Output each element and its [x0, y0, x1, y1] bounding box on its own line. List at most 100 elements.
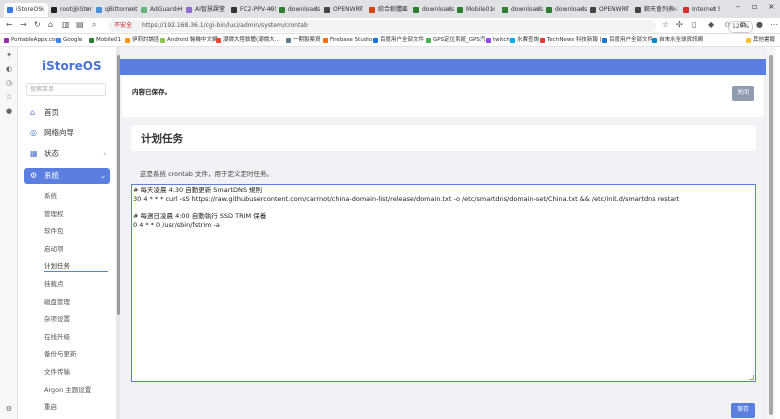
app-icon[interactable]: ● [5, 107, 13, 115]
favorites-side-icon[interactable]: ☆ [5, 93, 13, 101]
browser-tab[interactable]: OPENWRT × [587, 3, 632, 17]
browser-tab[interactable]: downloads × [543, 3, 587, 17]
bookmark-item[interactable]: twitch [486, 36, 510, 45]
resize-handle[interactable] [749, 375, 754, 380]
bookmark-item[interactable]: TechNews 科技新報 |... [540, 36, 607, 45]
browser-tab[interactable]: iStoreOS × [4, 3, 48, 17]
sidebar-menu-item[interactable]: ⌂ 首页 [24, 105, 110, 121]
bookmark-item[interactable]: 自來水全球資訊網 [652, 36, 703, 45]
crontab-editor[interactable]: # 每天凌晨 4:30 自動更新 SmartDNS 規則 30 4 * * * c… [131, 184, 756, 382]
extension-icon[interactable]: ▤ [76, 20, 84, 29]
tab-close-icon[interactable]: × [624, 3, 629, 17]
submenu-item[interactable]: 杂项设置 [44, 313, 70, 325]
browser-tab[interactable]: AI智慧課堂 × [183, 3, 228, 17]
tab-close-icon[interactable]: × [402, 3, 407, 17]
tab-close-icon[interactable]: × [268, 3, 273, 17]
submenu-item[interactable]: 管理权 [44, 208, 64, 220]
bookmark-item[interactable]: 其他書籤 [746, 36, 775, 45]
tab-close-icon[interactable]: × [85, 3, 90, 17]
browser-tab[interactable]: 聊天會列表 - L × [632, 3, 680, 17]
settings-side-icon[interactable]: ⚙ [5, 405, 13, 413]
submenu-item[interactable]: 系统 [44, 190, 57, 202]
favorites-icon[interactable]: ✩ [724, 20, 731, 29]
close-window-icon[interactable]: × [768, 2, 775, 11]
bookmark-item[interactable]: 一期製案資 [286, 36, 321, 45]
bookmark-favicon [160, 38, 165, 43]
tab-actions-icon[interactable]: ◐ [5, 65, 13, 73]
minimize-icon[interactable]: – [736, 2, 740, 11]
browser-tab[interactable]: Internet S × [680, 3, 720, 17]
more-menu-icon[interactable]: ⋯ [770, 20, 778, 29]
reload-icon[interactable]: ↻ [34, 20, 41, 29]
browser-tab[interactable]: downloads × [276, 3, 321, 17]
tab-close-icon[interactable]: × [175, 3, 180, 17]
tab-close-icon[interactable]: × [672, 3, 677, 17]
browser-tab[interactable]: OPENWRT × [321, 3, 366, 17]
forward-icon[interactable]: → [20, 20, 27, 29]
tab-close-icon[interactable]: × [40, 3, 45, 17]
home-nav-icon[interactable]: ⌂ [48, 20, 53, 29]
submenu-item[interactable]: 备份与更新 [44, 348, 77, 360]
submenu-item[interactable]: 计划任务 [44, 260, 108, 273]
tab-close-icon[interactable]: × [220, 3, 225, 17]
browser-tab[interactable]: FC2-PPV-4959× [228, 3, 276, 17]
bookmark-item[interactable]: PortableApps.com [4, 36, 61, 45]
bookmark-item[interactable]: 伊莉討論區 [125, 36, 160, 45]
menu-search-input[interactable]: 搜索菜单 [26, 83, 106, 96]
sidebar-menu-item[interactable]: ⚙ 系统 ⌄ [24, 168, 110, 184]
browser-tab[interactable]: 綜合軟體區 × [366, 3, 410, 17]
submenu-item[interactable]: Argon 主题设置 [44, 384, 91, 396]
adblock-icon[interactable]: ◆ [708, 20, 714, 29]
copilot-icon[interactable]: ✦ [5, 51, 13, 59]
submenu-item[interactable]: 磁盘管理 [44, 296, 70, 308]
tab-close-icon[interactable]: × [358, 3, 363, 17]
tab-close-icon[interactable]: × [313, 3, 318, 17]
save-button[interactable]: 保存 [731, 403, 755, 418]
collections-icon[interactable]: ⧉ [740, 20, 746, 30]
sidebar-menu-item[interactable]: ◎ 网络向导 [24, 125, 110, 141]
bookmark-item[interactable]: Google [56, 36, 82, 45]
tab-close-icon[interactable]: × [491, 3, 496, 17]
submenu-item[interactable]: 在线升级 [44, 331, 70, 343]
bookmark-item[interactable]: GPS定位系統_GPS汽... [426, 36, 491, 45]
maximize-icon[interactable]: ▫ [752, 2, 757, 11]
submenu-item[interactable]: 启动项 [44, 243, 64, 255]
bookmark-item[interactable]: 水費查詢 [510, 36, 539, 45]
close-alert-button[interactable]: 关闭 [732, 86, 754, 101]
extensions-icon[interactable]: ✣ [676, 20, 683, 29]
sidebar-toggle-icon[interactable]: ▯ [692, 20, 696, 29]
bookmark-item[interactable]: Mobile01 [89, 36, 121, 45]
submenu-item[interactable]: 重启 [44, 401, 57, 413]
browser-tab[interactable]: downloads × [410, 3, 454, 17]
bookmark-item[interactable]: 百度用户全部文件 [373, 36, 424, 45]
submenu-item[interactable]: 文件传输 [44, 366, 70, 378]
browser-tab[interactable]: AdGuard H × [138, 3, 183, 17]
browser-search-icon[interactable]: ⌕ [92, 20, 96, 30]
tab-close-icon[interactable]: × [130, 3, 135, 17]
url-text[interactable]: https://192.168.36.1/cgi-bin/luci/admin/… [142, 20, 308, 32]
sidebar-menu-item[interactable]: ▦ 状态 › [24, 146, 110, 162]
tab-close-icon[interactable]: × [712, 3, 717, 17]
bookmark-item[interactable]: Firebase Studio [323, 36, 372, 45]
browser-tab[interactable]: Mobile01 × [454, 3, 499, 17]
bookmark-star-icon[interactable]: ☆ [662, 20, 669, 29]
browser-tab[interactable]: root@iStor × [48, 3, 93, 17]
tab-close-icon[interactable]: × [446, 3, 451, 17]
history-icon[interactable]: ◷ [5, 79, 13, 87]
tab-close-icon[interactable]: × [535, 3, 540, 17]
address-bar[interactable]: 不安全 https://192.168.36.1/cgi-bin/luci/ad… [108, 20, 754, 33]
bookmark-item[interactable]: 潮價大陸軟體(潮價大... [216, 36, 280, 45]
security-warning[interactable]: 不安全 [114, 20, 132, 32]
bookmark-item[interactable]: 百度用户全部文件 [602, 36, 653, 45]
browser-tab[interactable]: qBittorrent × [93, 3, 138, 17]
sidebar-scrollbar[interactable] [116, 47, 120, 419]
tab-close-icon[interactable]: × [579, 3, 584, 17]
back-icon[interactable]: ← [6, 20, 13, 29]
browser-tab[interactable]: downloads × [499, 3, 543, 17]
profile-icon[interactable]: ● [756, 20, 763, 29]
submenu-item[interactable]: 软件包 [44, 225, 64, 237]
split-view-icon[interactable]: ▥ [62, 20, 70, 29]
bookmark-item[interactable]: Android 裝機中文網 [160, 36, 218, 45]
page-scrollbar[interactable] [767, 47, 775, 419]
submenu-item[interactable]: 挂载点 [44, 278, 64, 290]
